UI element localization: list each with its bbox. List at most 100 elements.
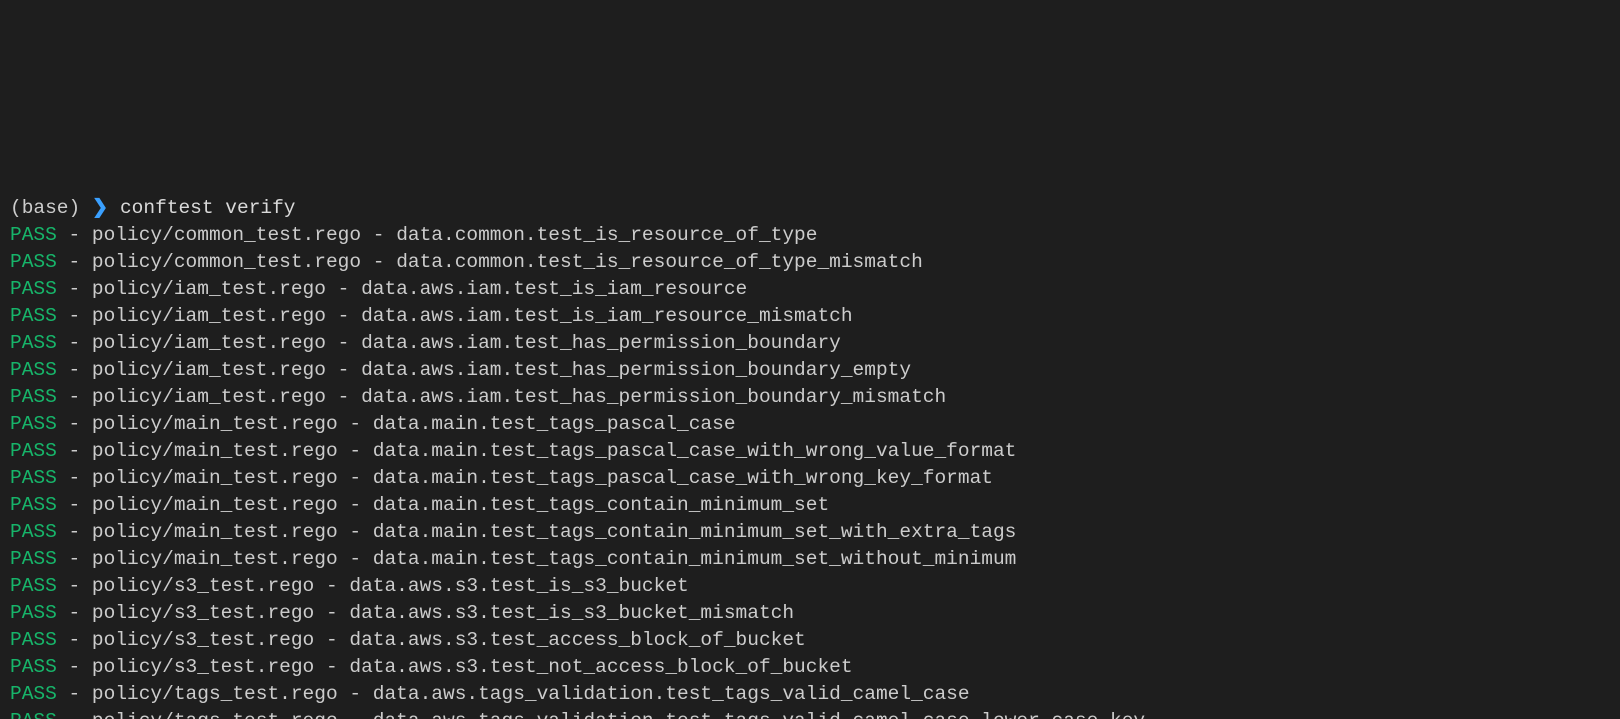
separator: - — [57, 521, 92, 543]
prompt-arrow-icon: ❯ — [92, 197, 108, 219]
result-line: PASS - policy/main_test.rego - data.main… — [10, 438, 1610, 465]
separator: - — [57, 224, 92, 246]
status-badge: PASS — [10, 467, 57, 489]
policy-file: policy/s3_test.rego — [92, 629, 314, 651]
separator: - — [338, 710, 373, 719]
test-name: data.aws.iam.test_has_permission_boundar… — [361, 386, 946, 408]
policy-file: policy/iam_test.rego — [92, 359, 326, 381]
separator: - — [57, 305, 92, 327]
terminal-output[interactable]: (base) ❯ conftest verifyPASS - policy/co… — [0, 135, 1620, 719]
policy-file: policy/s3_test.rego — [92, 656, 314, 678]
result-line: PASS - policy/iam_test.rego - data.aws.i… — [10, 330, 1610, 357]
policy-file: policy/s3_test.rego — [92, 602, 314, 624]
separator: - — [57, 602, 92, 624]
test-name: data.main.test_tags_contain_minimum_set_… — [373, 548, 1017, 570]
result-line: PASS - policy/s3_test.rego - data.aws.s3… — [10, 627, 1610, 654]
separator: - — [57, 467, 92, 489]
test-name: data.aws.s3.test_is_s3_bucket — [349, 575, 688, 597]
command-text: conftest verify — [120, 197, 296, 219]
policy-file: policy/main_test.rego — [92, 440, 338, 462]
policy-file: policy/iam_test.rego — [92, 305, 326, 327]
status-badge: PASS — [10, 278, 57, 300]
test-name: data.aws.s3.test_not_access_block_of_buc… — [349, 656, 852, 678]
test-name: data.aws.iam.test_is_iam_resource_mismat… — [361, 305, 852, 327]
policy-file: policy/iam_test.rego — [92, 386, 326, 408]
policy-file: policy/main_test.rego — [92, 413, 338, 435]
separator: - — [57, 629, 92, 651]
separator: - — [57, 251, 92, 273]
separator: - — [57, 494, 92, 516]
status-badge: PASS — [10, 359, 57, 381]
test-name: data.aws.s3.test_is_s3_bucket_mismatch — [349, 602, 794, 624]
separator: - — [57, 575, 92, 597]
result-line: PASS - policy/main_test.rego - data.main… — [10, 546, 1610, 573]
status-badge: PASS — [10, 629, 57, 651]
separator: - — [57, 332, 92, 354]
separator: - — [57, 413, 92, 435]
separator: - — [326, 386, 361, 408]
result-line: PASS - policy/iam_test.rego - data.aws.i… — [10, 384, 1610, 411]
separator: - — [57, 359, 92, 381]
result-line: PASS - policy/iam_test.rego - data.aws.i… — [10, 357, 1610, 384]
test-name: data.main.test_tags_pascal_case_with_wro… — [373, 440, 1017, 462]
test-name: data.common.test_is_resource_of_type_mis… — [396, 251, 923, 273]
separator: - — [314, 656, 349, 678]
policy-file: policy/iam_test.rego — [92, 332, 326, 354]
result-line: PASS - policy/common_test.rego - data.co… — [10, 249, 1610, 276]
policy-file: policy/s3_test.rego — [92, 575, 314, 597]
status-badge: PASS — [10, 413, 57, 435]
test-name: data.main.test_tags_contain_minimum_set_… — [373, 521, 1017, 543]
separator: - — [361, 224, 396, 246]
result-line: PASS - policy/iam_test.rego - data.aws.i… — [10, 276, 1610, 303]
policy-file: policy/iam_test.rego — [92, 278, 326, 300]
separator: - — [314, 575, 349, 597]
separator: - — [338, 440, 373, 462]
test-name: data.main.test_tags_pascal_case_with_wro… — [373, 467, 993, 489]
status-badge: PASS — [10, 656, 57, 678]
separator: - — [326, 332, 361, 354]
test-name: data.aws.iam.test_has_permission_boundar… — [361, 359, 911, 381]
result-line: PASS - policy/main_test.rego - data.main… — [10, 411, 1610, 438]
status-badge: PASS — [10, 251, 57, 273]
policy-file: policy/main_test.rego — [92, 548, 338, 570]
result-line: PASS - policy/iam_test.rego - data.aws.i… — [10, 303, 1610, 330]
result-line: PASS - policy/main_test.rego - data.main… — [10, 492, 1610, 519]
status-badge: PASS — [10, 332, 57, 354]
separator: - — [326, 305, 361, 327]
result-line: PASS - policy/tags_test.rego - data.aws.… — [10, 681, 1610, 708]
policy-file: policy/main_test.rego — [92, 494, 338, 516]
test-name: data.main.test_tags_pascal_case — [373, 413, 736, 435]
separator: - — [314, 602, 349, 624]
test-name: data.aws.s3.test_access_block_of_bucket — [349, 629, 805, 651]
status-badge: PASS — [10, 710, 57, 719]
result-line: PASS - policy/common_test.rego - data.co… — [10, 222, 1610, 249]
result-line: PASS - policy/main_test.rego - data.main… — [10, 465, 1610, 492]
result-line: PASS - policy/main_test.rego - data.main… — [10, 519, 1610, 546]
separator: - — [326, 359, 361, 381]
result-line: PASS - policy/s3_test.rego - data.aws.s3… — [10, 654, 1610, 681]
results-list: PASS - policy/common_test.rego - data.co… — [10, 222, 1610, 719]
status-badge: PASS — [10, 683, 57, 705]
separator: - — [57, 656, 92, 678]
separator: - — [57, 710, 92, 719]
separator: - — [57, 683, 92, 705]
separator: - — [326, 278, 361, 300]
status-badge: PASS — [10, 548, 57, 570]
separator: - — [338, 413, 373, 435]
policy-file: policy/tags_test.rego — [92, 683, 338, 705]
separator: - — [57, 386, 92, 408]
policy-file: policy/common_test.rego — [92, 224, 361, 246]
policy-file: policy/main_test.rego — [92, 521, 338, 543]
status-badge: PASS — [10, 224, 57, 246]
separator: - — [338, 521, 373, 543]
separator: - — [338, 467, 373, 489]
status-badge: PASS — [10, 521, 57, 543]
status-badge: PASS — [10, 305, 57, 327]
prompt-line: (base) ❯ conftest verify — [10, 195, 1610, 222]
separator: - — [361, 251, 396, 273]
prompt-env: (base) — [10, 197, 80, 219]
policy-file: policy/main_test.rego — [92, 467, 338, 489]
policy-file: policy/common_test.rego — [92, 251, 361, 273]
separator: - — [57, 440, 92, 462]
test-name: data.aws.tags_validation.test_tags_valid… — [373, 710, 1145, 719]
